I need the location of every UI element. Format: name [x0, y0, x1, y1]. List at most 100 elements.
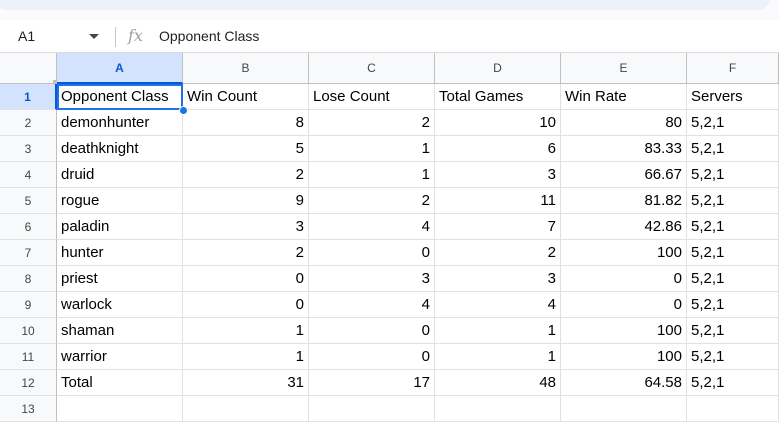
table-cell[interactable]: 6 [435, 136, 561, 162]
table-cell[interactable]: 31 [183, 370, 309, 396]
table-cell[interactable]: 2 [309, 188, 435, 214]
table-cell[interactable]: 64.58 [561, 370, 687, 396]
table-cell[interactable]: warlock [57, 292, 183, 318]
column-header-b[interactable]: B [183, 53, 309, 84]
row-header-2[interactable]: 2 [0, 110, 57, 136]
table-cell[interactable]: 5,2,1 [687, 292, 779, 318]
header-cell[interactable]: Total Games [435, 84, 561, 110]
table-cell[interactable]: 4 [435, 292, 561, 318]
table-cell[interactable]: priest [57, 266, 183, 292]
row-header-3[interactable]: 3 [0, 136, 57, 162]
table-cell[interactable]: 4 [309, 214, 435, 240]
column-header-d[interactable]: D [435, 53, 561, 84]
table-cell[interactable]: 5,2,1 [687, 266, 779, 292]
table-cell[interactable]: 1 [435, 344, 561, 370]
row-header-5[interactable]: 5 [0, 188, 57, 214]
table-cell[interactable]: 0 [309, 240, 435, 266]
table-cell[interactable] [183, 396, 309, 422]
table-cell[interactable]: hunter [57, 240, 183, 266]
row-header-10[interactable]: 10 [0, 318, 57, 344]
header-cell[interactable]: Lose Count [309, 84, 435, 110]
table-cell[interactable]: paladin [57, 214, 183, 240]
table-cell[interactable]: 0 [309, 318, 435, 344]
table-cell[interactable]: 17 [309, 370, 435, 396]
table-cell[interactable]: 5,2,1 [687, 344, 779, 370]
table-cell[interactable]: 9 [183, 188, 309, 214]
formula-input[interactable]: Opponent Class [159, 28, 259, 44]
column-header-e[interactable]: E [561, 53, 687, 84]
row-header-11[interactable]: 11 [0, 344, 57, 370]
table-cell[interactable]: rogue [57, 188, 183, 214]
table-cell[interactable]: 11 [435, 188, 561, 214]
table-cell[interactable]: 5,2,1 [687, 162, 779, 188]
column-header-c[interactable]: C [309, 53, 435, 84]
table-cell[interactable]: 3 [435, 162, 561, 188]
table-cell[interactable]: 100 [561, 318, 687, 344]
table-cell[interactable]: 1 [309, 136, 435, 162]
table-cell[interactable] [57, 396, 183, 422]
header-cell[interactable]: Opponent Class [57, 84, 183, 110]
table-cell[interactable]: 100 [561, 344, 687, 370]
table-cell[interactable]: 100 [561, 240, 687, 266]
table-cell[interactable]: 2 [435, 240, 561, 266]
table-cell[interactable]: 3 [309, 266, 435, 292]
table-cell[interactable]: Total [57, 370, 183, 396]
table-cell[interactable]: druid [57, 162, 183, 188]
table-cell[interactable] [687, 396, 779, 422]
table-cell[interactable]: 5,2,1 [687, 240, 779, 266]
table-cell[interactable]: 81.82 [561, 188, 687, 214]
table-cell[interactable]: 1 [183, 318, 309, 344]
table-cell[interactable]: 5,2,1 [687, 188, 779, 214]
table-cell[interactable]: 83.33 [561, 136, 687, 162]
row-header-8[interactable]: 8 [0, 266, 57, 292]
table-cell[interactable]: 2 [183, 162, 309, 188]
select-all-corner[interactable] [0, 53, 57, 84]
column-header-f[interactable]: F [687, 53, 779, 84]
header-cell[interactable]: Win Rate [561, 84, 687, 110]
table-cell[interactable]: 10 [435, 110, 561, 136]
table-cell[interactable]: 4 [309, 292, 435, 318]
table-cell[interactable]: deathknight [57, 136, 183, 162]
table-cell[interactable]: 0 [183, 266, 309, 292]
row-header-6[interactable]: 6 [0, 214, 57, 240]
table-cell[interactable]: shaman [57, 318, 183, 344]
header-cell[interactable]: Servers [687, 84, 779, 110]
table-cell[interactable]: 3 [183, 214, 309, 240]
table-cell[interactable]: 5,2,1 [687, 110, 779, 136]
row-header-1[interactable]: 1 [0, 84, 57, 110]
table-cell[interactable]: 2 [309, 110, 435, 136]
table-cell[interactable]: 5,2,1 [687, 318, 779, 344]
table-cell[interactable]: 3 [435, 266, 561, 292]
table-cell[interactable]: 48 [435, 370, 561, 396]
row-header-9[interactable]: 9 [0, 292, 57, 318]
table-cell[interactable]: 0 [561, 266, 687, 292]
table-cell[interactable]: 42.86 [561, 214, 687, 240]
row-header-12[interactable]: 12 [0, 370, 57, 396]
table-cell[interactable]: warrior [57, 344, 183, 370]
table-cell[interactable]: 0 [183, 292, 309, 318]
row-header-4[interactable]: 4 [0, 162, 57, 188]
table-cell[interactable]: 5 [183, 136, 309, 162]
table-cell[interactable]: 1 [309, 162, 435, 188]
table-cell[interactable]: 1 [183, 344, 309, 370]
table-cell[interactable]: 8 [183, 110, 309, 136]
table-cell[interactable]: 0 [561, 292, 687, 318]
row-header-7[interactable]: 7 [0, 240, 57, 266]
table-cell[interactable] [309, 396, 435, 422]
table-cell[interactable]: 7 [435, 214, 561, 240]
header-cell[interactable]: Win Count [183, 84, 309, 110]
column-header-a[interactable]: A [57, 53, 183, 84]
table-cell[interactable]: 0 [309, 344, 435, 370]
row-header-13[interactable]: 13 [0, 396, 57, 422]
table-cell[interactable]: 5,2,1 [687, 136, 779, 162]
table-cell[interactable]: 1 [435, 318, 561, 344]
table-cell[interactable]: 5,2,1 [687, 214, 779, 240]
table-cell[interactable]: 80 [561, 110, 687, 136]
chevron-down-icon[interactable] [89, 34, 99, 39]
table-cell[interactable]: 2 [183, 240, 309, 266]
table-cell[interactable] [561, 396, 687, 422]
table-cell[interactable]: demonhunter [57, 110, 183, 136]
table-cell[interactable]: 5,2,1 [687, 370, 779, 396]
table-cell[interactable]: 66.67 [561, 162, 687, 188]
fill-handle[interactable] [179, 106, 188, 115]
